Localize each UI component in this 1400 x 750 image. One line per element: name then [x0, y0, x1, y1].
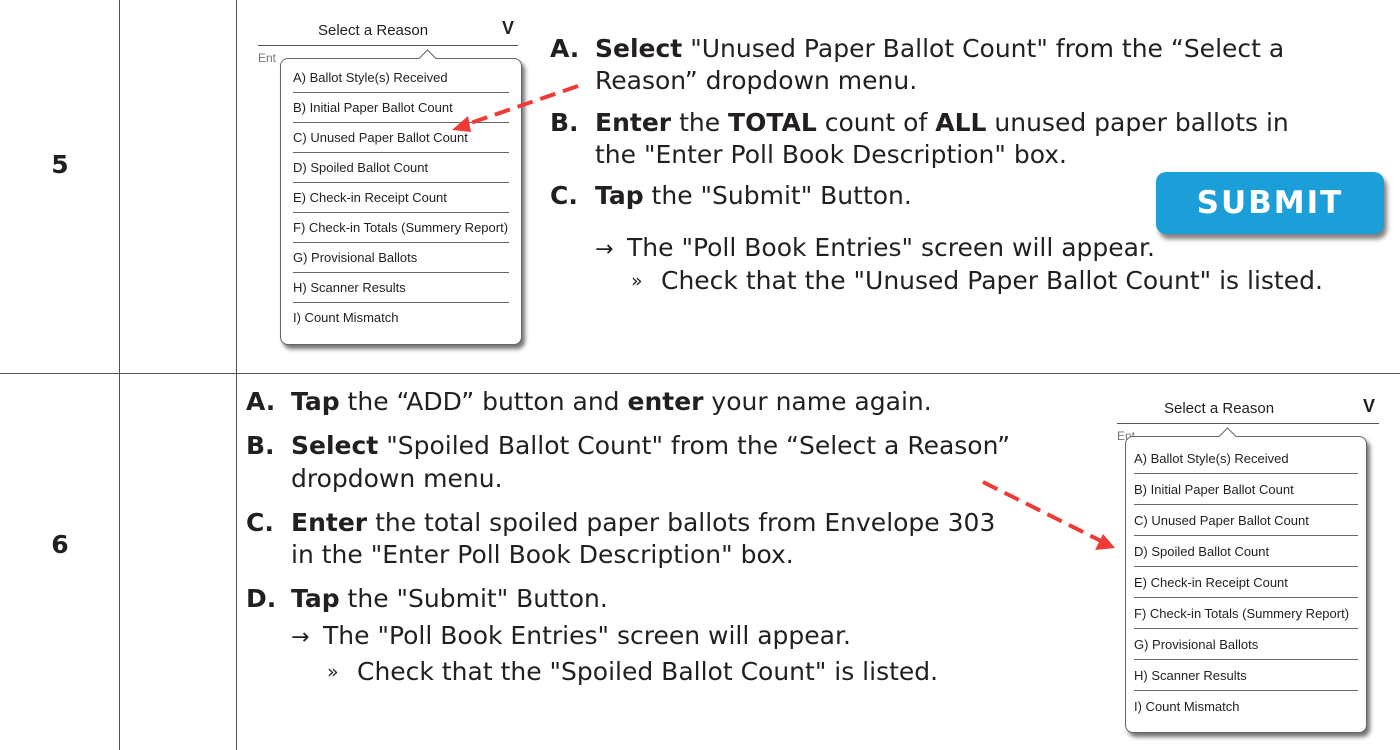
- option-check-in-receipt-count[interactable]: E) Check-in Receipt Count: [293, 183, 509, 213]
- option-check-in-totals[interactable]: F) Check-in Totals (Summery Report): [293, 213, 509, 243]
- instruction-letter: D.: [246, 584, 277, 614]
- instruction-text: Tap the “ADD” button and enter your name…: [291, 387, 932, 416]
- option-spoiled-ballot-count[interactable]: D) Spoiled Ballot Count: [293, 153, 509, 183]
- instruction-letter: C.: [246, 507, 274, 537]
- option-count-mismatch[interactable]: I) Count Mismatch: [293, 303, 509, 332]
- step5-instructions: A. Select "Unused Paper Ballot Count" fr…: [550, 33, 1370, 297]
- instruction-text: Select "Spoiled Ballot Count" from the “…: [291, 431, 1011, 493]
- option-provisional-ballots[interactable]: G) Provisional Ballots: [293, 243, 509, 273]
- instruction-row: D. Tap the "Submit" Button.: [246, 583, 1106, 615]
- instruction-text: Enter the TOTAL count of ALL unused pape…: [595, 107, 1289, 169]
- option-scanner-results[interactable]: H) Scanner Results: [1134, 661, 1358, 691]
- option-provisional-ballots[interactable]: G) Provisional Ballots: [1134, 630, 1358, 660]
- reason-dropdown-step6: Select a Reason V Ent A) Ballot Style(s)…: [1117, 396, 1379, 743]
- menu-notch: [1218, 427, 1237, 446]
- option-count-mismatch[interactable]: I) Count Mismatch: [1134, 692, 1358, 721]
- dropdown-title: Select a Reason: [318, 22, 429, 39]
- submit-button[interactable]: SUBMIT: [1156, 172, 1384, 234]
- instruction-row: A. Select "Unused Paper Ballot Count" fr…: [550, 33, 1370, 98]
- option-unused-paper-ballot-count[interactable]: C) Unused Paper Ballot Count: [1134, 506, 1358, 536]
- table-divider-left: [119, 0, 120, 750]
- instruction-row: A. Tap the “ADD” button and enter your n…: [246, 386, 1106, 418]
- instruction-text: Tap the "Submit" Button.: [291, 584, 608, 614]
- option-spoiled-ballot-count[interactable]: D) Spoiled Ballot Count: [1134, 537, 1358, 567]
- option-scanner-results[interactable]: H) Scanner Results: [293, 273, 509, 303]
- option-ballot-style[interactable]: A) Ballot Style(s) Received: [1134, 444, 1358, 474]
- pointer-arrow-step6: [982, 480, 1115, 550]
- result-line: → The "Poll Book Entries" screen will app…: [246, 620, 1106, 652]
- instruction-text: Tap the "Submit" Button.: [595, 181, 912, 210]
- chevron-down-icon: V: [1362, 396, 1375, 416]
- result-text: The "Poll Book Entries" screen will appe…: [323, 620, 851, 650]
- dropdown-header[interactable]: Select a Reason V: [1117, 396, 1379, 424]
- table-divider-middle: [236, 0, 237, 750]
- instruction-text: Select "Unused Paper Ballot Count" from …: [595, 34, 1285, 96]
- dropdown-title: Select a Reason: [1164, 400, 1275, 417]
- instruction-letter: C.: [550, 181, 578, 210]
- check-line: » Check that the "Unused Paper Ballot Cou…: [550, 265, 1370, 297]
- check-text: Check that the "Unused Paper Ballot Coun…: [661, 265, 1323, 295]
- result-line: → The "Poll Book Entries" screen will app…: [550, 232, 1370, 264]
- instruction-letter: B.: [550, 107, 579, 137]
- instruction-text: Enter the total spoiled paper ballots fr…: [291, 507, 996, 569]
- chevron-down-icon: V: [501, 18, 514, 38]
- instruction-letter: B.: [246, 431, 275, 461]
- option-initial-paper-ballot-count[interactable]: B) Initial Paper Ballot Count: [1134, 475, 1358, 505]
- double-chevron-icon: »: [327, 660, 339, 683]
- dropdown-menu: A) Ballot Style(s) Received B) Initial P…: [1125, 427, 1367, 733]
- right-arrow-icon: →: [595, 237, 614, 263]
- option-check-in-receipt-count[interactable]: E) Check-in Receipt Count: [1134, 568, 1358, 598]
- entry-field-stub: Ent: [258, 51, 277, 65]
- instruction-row: B. Enter the TOTAL count of ALL unused p…: [550, 107, 1370, 172]
- right-arrow-icon: →: [291, 624, 310, 650]
- dropdown-header[interactable]: Select a Reason V: [258, 18, 518, 46]
- result-text: The "Poll Book Entries" screen will appe…: [627, 233, 1155, 263]
- double-chevron-icon: »: [631, 269, 643, 292]
- option-check-in-totals[interactable]: F) Check-in Totals (Summery Report): [1134, 599, 1358, 629]
- row-divider: [0, 373, 1400, 374]
- check-line: » Check that the "Spoiled Ballot Count" i…: [246, 656, 1106, 688]
- step-number-5: 5: [51, 150, 69, 179]
- instruction-letter: A.: [550, 34, 580, 63]
- step-number-6: 6: [51, 530, 69, 559]
- check-text: Check that the "Spoiled Ballot Count" is…: [357, 656, 939, 686]
- instruction-letter: A.: [246, 387, 276, 416]
